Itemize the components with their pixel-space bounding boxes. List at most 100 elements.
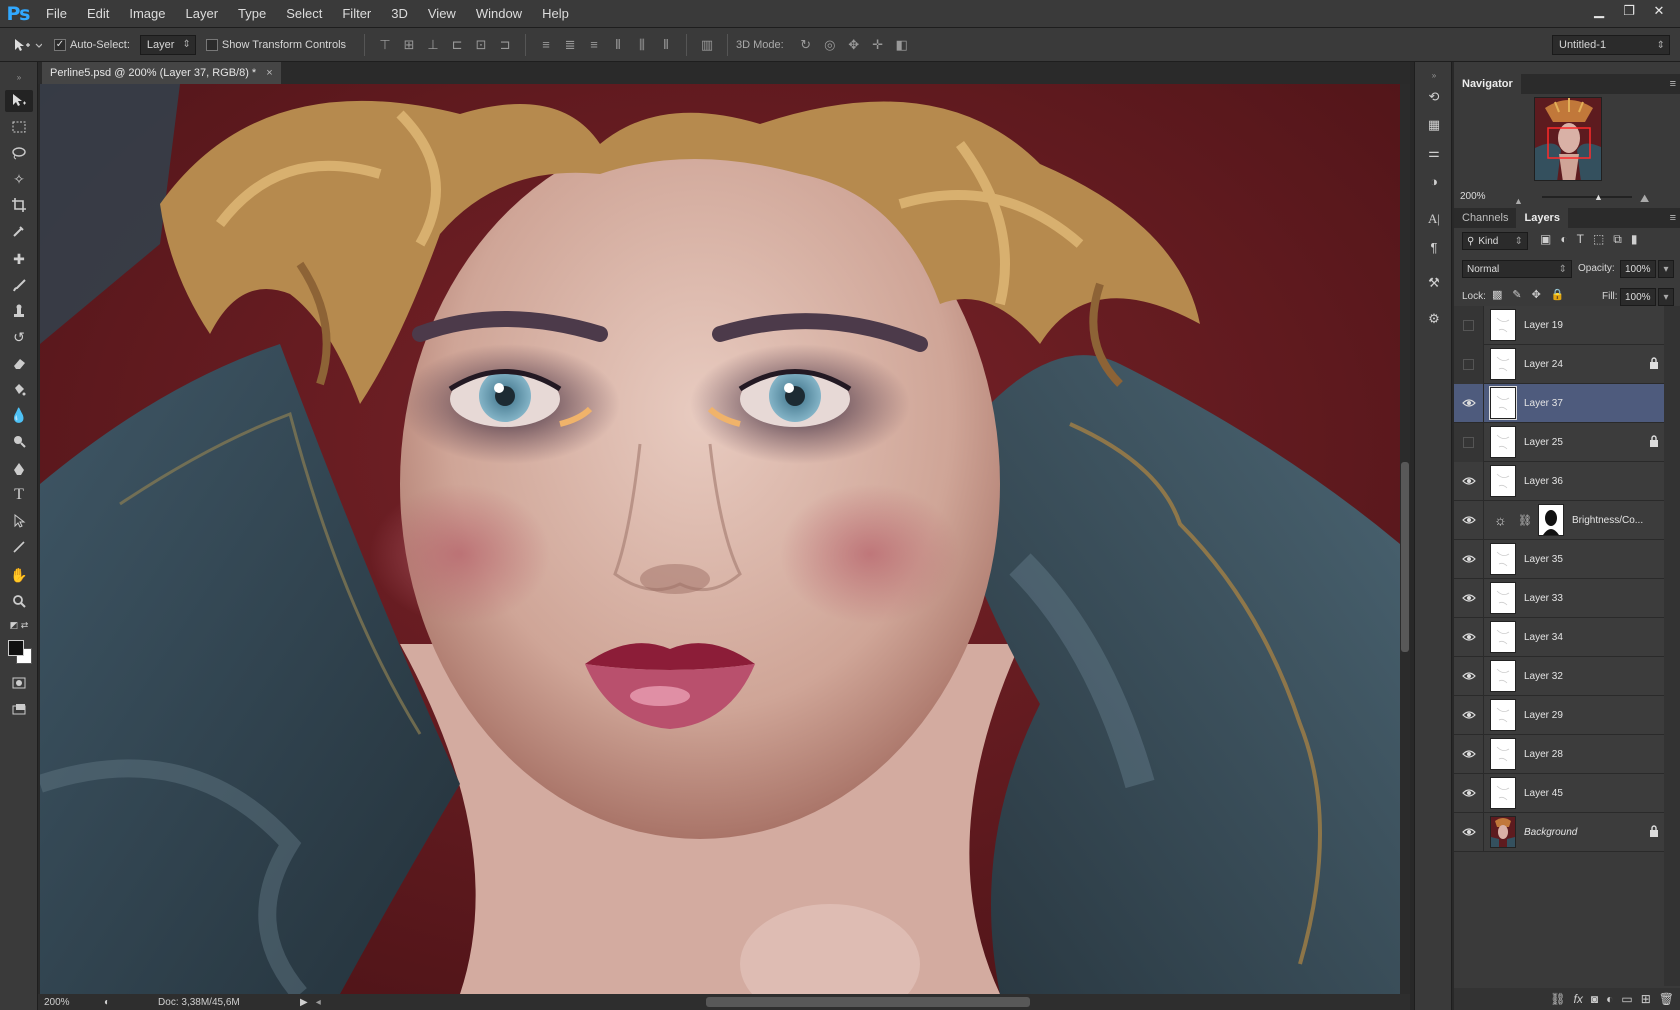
layer-row[interactable]: Layer 45 [1454,773,1664,813]
menu-help[interactable]: Help [532,0,579,28]
lock-position-icon[interactable]: ✥ [1532,288,1541,301]
menu-select[interactable]: Select [276,0,332,28]
marquee-tool-icon[interactable] [5,116,33,138]
layer-thumbnail[interactable] [1490,699,1516,731]
layer-thumbnail[interactable] [1490,816,1516,848]
distribute-top-icon[interactable]: ≡ [534,37,558,52]
eye-icon[interactable] [1454,734,1484,774]
eye-icon[interactable] [1454,812,1484,852]
menu-view[interactable]: View [418,0,466,28]
layer-filter-kind-dropdown[interactable]: ⚲ Kind ⇕ [1462,232,1528,250]
collapse-toolbar-icon[interactable]: » [5,66,33,88]
swatches-panel-icon[interactable]: ▦ [1423,114,1445,136]
layer-row[interactable]: Layer 33 [1454,578,1664,618]
layer-thumbnail[interactable] [1490,426,1516,458]
layer-thumbnail[interactable] [1490,582,1516,614]
filter-toggle-icon[interactable]: ▮ [1631,232,1638,247]
visibility-toggle[interactable] [1454,422,1484,462]
canvas-horizontal-scroll-thumb[interactable] [706,997,1030,1007]
fill-input[interactable]: 100% [1620,288,1656,306]
add-mask-icon[interactable]: ◙ [1591,992,1598,1006]
move-tool-preset-icon[interactable] [0,28,54,62]
layer-thumbnail[interactable] [1490,777,1516,809]
distribute-right-icon[interactable]: ⫴ [654,37,678,53]
adjustments-panel-icon[interactable]: ⚌ [1423,142,1445,164]
status-menu-arrow-icon[interactable]: ▶ [300,997,308,1008]
opacity-input[interactable]: 100% [1620,260,1656,278]
menu-file[interactable]: File [36,0,77,28]
menu-layer[interactable]: Layer [176,0,229,28]
path-selection-tool-icon[interactable] [5,510,33,532]
menu-type[interactable]: Type [228,0,276,28]
eye-icon[interactable] [1454,773,1484,813]
distribute-vcenter-icon[interactable]: ≣ [558,37,582,53]
styles-panel-icon[interactable]: ◑ [1423,170,1445,192]
3d-rotate-icon[interactable]: ↻ [794,37,818,53]
menu-3d[interactable]: 3D [381,0,418,28]
visibility-toggle[interactable] [1454,305,1484,345]
align-bottom-icon[interactable]: ⊥ [421,37,445,53]
paint-bucket-tool-icon[interactable] [5,378,33,400]
menu-edit[interactable]: Edit [77,0,119,28]
hand-tool-icon[interactable]: ✋ [5,564,33,586]
restore-button[interactable]: ❐ [1614,0,1644,22]
quick-mask-icon[interactable] [5,672,33,694]
layer-row[interactable]: Layer 29 [1454,695,1664,735]
layer-row[interactable]: Layer 36 [1454,461,1664,501]
history-brush-tool-icon[interactable]: ↺ [5,326,33,348]
layer-thumbnail[interactable] [1490,543,1516,575]
zoom-in-icon[interactable]: ⛰ [1640,193,1649,206]
layer-row[interactable]: Layer 25 [1454,422,1664,462]
align-left-icon[interactable]: ⊏ [445,37,469,53]
delete-layer-icon[interactable]: 🗑 [1659,992,1674,1006]
layer-row[interactable]: Layer 34 [1454,617,1664,657]
new-adjustment-icon[interactable]: ◐ [1606,992,1613,1006]
lock-transparent-icon[interactable]: ▩ [1492,288,1502,301]
layer-row[interactable]: Layer 37 [1454,383,1664,423]
document-tab[interactable]: Perline5.psd @ 200% (Layer 37, RGB/8) * … [42,62,281,84]
show-transform-checkbox[interactable] [205,38,218,51]
properties-panel-icon[interactable]: ⚙ [1423,308,1445,330]
tool-presets-icon[interactable]: ⚒ [1423,272,1445,294]
layer-mask-thumbnail[interactable] [1537,504,1564,536]
lock-all-icon[interactable]: 🔒 [1551,288,1565,301]
layer-thumbnail[interactable] [1490,465,1516,497]
distribute-bottom-icon[interactable]: ≡ [582,37,606,52]
eye-icon[interactable] [1454,578,1484,618]
pen-tool-icon[interactable] [5,458,33,480]
link-layers-icon[interactable]: ⛓ [1550,992,1565,1006]
navigator-preview[interactable] [1534,97,1602,181]
layer-style-icon[interactable]: fx [1574,992,1583,1006]
filter-pixel-icon[interactable]: ▣ [1540,232,1551,247]
fill-dropdown-icon[interactable]: ▾ [1658,288,1674,306]
layer-thumbnail[interactable] [1490,621,1516,653]
filter-smart-object-icon[interactable]: ⧉ [1613,232,1622,247]
type-tool-icon[interactable]: T [5,484,33,506]
crop-tool-icon[interactable] [5,194,33,216]
align-top-icon[interactable]: ⊤ [373,37,397,53]
eye-icon[interactable] [1454,656,1484,696]
eyedropper-tool-icon[interactable] [5,220,33,242]
minimize-button[interactable]: ▁ [1584,0,1614,22]
layer-row[interactable]: Layer 28 [1454,734,1664,774]
canvas-vertical-scroll-thumb[interactable] [1401,462,1409,652]
screen-mode-icon[interactable] [5,698,33,720]
filter-type-icon[interactable]: T [1577,232,1584,247]
distribute-hcenter-icon[interactable]: ⫼ [630,37,654,53]
eye-icon[interactable] [1454,695,1484,735]
blur-tool-icon[interactable]: 💧 [5,404,33,426]
navigator-menu-icon[interactable]: ≡ [1670,78,1676,90]
layer-thumbnail[interactable] [1489,386,1517,420]
layer-row[interactable]: Layer 24 [1454,344,1664,384]
layers-menu-icon[interactable]: ≡ [1670,212,1676,224]
new-group-icon[interactable]: ▭ [1621,992,1632,1006]
eye-icon[interactable] [1454,461,1484,501]
clone-stamp-tool-icon[interactable] [5,300,33,322]
3d-roll-icon[interactable]: ◎ [818,37,842,53]
menu-image[interactable]: Image [119,0,175,28]
paragraph-panel-icon[interactable]: ¶ [1423,236,1445,258]
3d-scale-icon[interactable]: ◧ [890,37,914,53]
dodge-tool-icon[interactable] [5,430,33,452]
layer-thumbnail[interactable] [1490,309,1516,341]
eye-icon[interactable] [1454,383,1484,423]
